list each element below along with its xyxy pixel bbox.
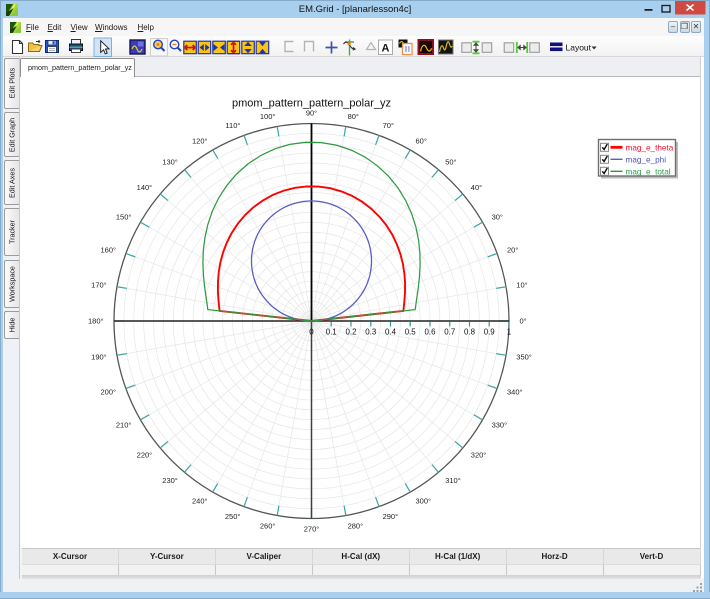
svg-text:20°: 20° bbox=[507, 246, 518, 255]
svg-text:110°: 110° bbox=[225, 121, 240, 130]
svg-text:260°: 260° bbox=[260, 521, 276, 530]
svg-text:120°: 120° bbox=[192, 137, 208, 146]
svg-text:80°: 80° bbox=[348, 112, 359, 121]
svg-text:310°: 310° bbox=[445, 476, 461, 485]
svg-text:210°: 210° bbox=[116, 421, 132, 430]
svg-text:350°: 350° bbox=[516, 353, 532, 362]
svg-text:1: 1 bbox=[507, 328, 511, 337]
svg-text:mag_e_theta: mag_e_theta bbox=[626, 143, 674, 152]
svg-text:0.1: 0.1 bbox=[326, 328, 337, 337]
svg-text:240°: 240° bbox=[192, 497, 208, 506]
svg-text:0.7: 0.7 bbox=[444, 328, 455, 337]
svg-text:0.8: 0.8 bbox=[464, 328, 476, 337]
svg-text:10°: 10° bbox=[516, 281, 527, 290]
svg-text:0.5: 0.5 bbox=[405, 328, 417, 337]
svg-text:200°: 200° bbox=[100, 388, 116, 397]
svg-text:50°: 50° bbox=[445, 157, 456, 166]
svg-text:170°: 170° bbox=[91, 281, 107, 290]
svg-text:160°: 160° bbox=[100, 246, 116, 255]
svg-text:60°: 60° bbox=[416, 137, 427, 146]
svg-text:0°: 0° bbox=[520, 317, 527, 326]
svg-text:0.4: 0.4 bbox=[385, 328, 397, 337]
svg-text:0.6: 0.6 bbox=[425, 328, 437, 337]
svg-text:230°: 230° bbox=[162, 476, 178, 485]
svg-text:220°: 220° bbox=[137, 450, 153, 459]
svg-text:30°: 30° bbox=[492, 213, 503, 222]
svg-text:320°: 320° bbox=[471, 450, 487, 459]
svg-text:0.3: 0.3 bbox=[365, 328, 377, 337]
svg-text:340°: 340° bbox=[507, 388, 523, 397]
svg-text:250°: 250° bbox=[225, 512, 241, 521]
svg-text:150°: 150° bbox=[116, 213, 132, 222]
svg-text:90°: 90° bbox=[306, 109, 317, 118]
svg-text:0.2: 0.2 bbox=[346, 328, 357, 337]
svg-text:100°: 100° bbox=[260, 112, 276, 121]
svg-text:40°: 40° bbox=[471, 183, 482, 192]
svg-text:0: 0 bbox=[309, 328, 314, 337]
svg-text:140°: 140° bbox=[137, 183, 153, 192]
svg-text:330°: 330° bbox=[492, 421, 508, 430]
svg-text:180°: 180° bbox=[88, 317, 104, 326]
svg-text:190°: 190° bbox=[91, 353, 107, 362]
svg-text:pmom_pattern_pattern_polar_yz: pmom_pattern_pattern_polar_yz bbox=[232, 98, 391, 110]
svg-text:0.9: 0.9 bbox=[484, 328, 496, 337]
svg-text:290°: 290° bbox=[383, 512, 399, 521]
svg-text:270°: 270° bbox=[304, 525, 320, 534]
svg-text:70°: 70° bbox=[383, 121, 394, 130]
svg-text:280°: 280° bbox=[348, 521, 364, 530]
svg-text:300°: 300° bbox=[416, 497, 432, 506]
svg-text:mag_e_phi: mag_e_phi bbox=[626, 155, 667, 164]
svg-text:130°: 130° bbox=[162, 157, 178, 166]
svg-text:mag_e_total: mag_e_total bbox=[626, 167, 671, 176]
